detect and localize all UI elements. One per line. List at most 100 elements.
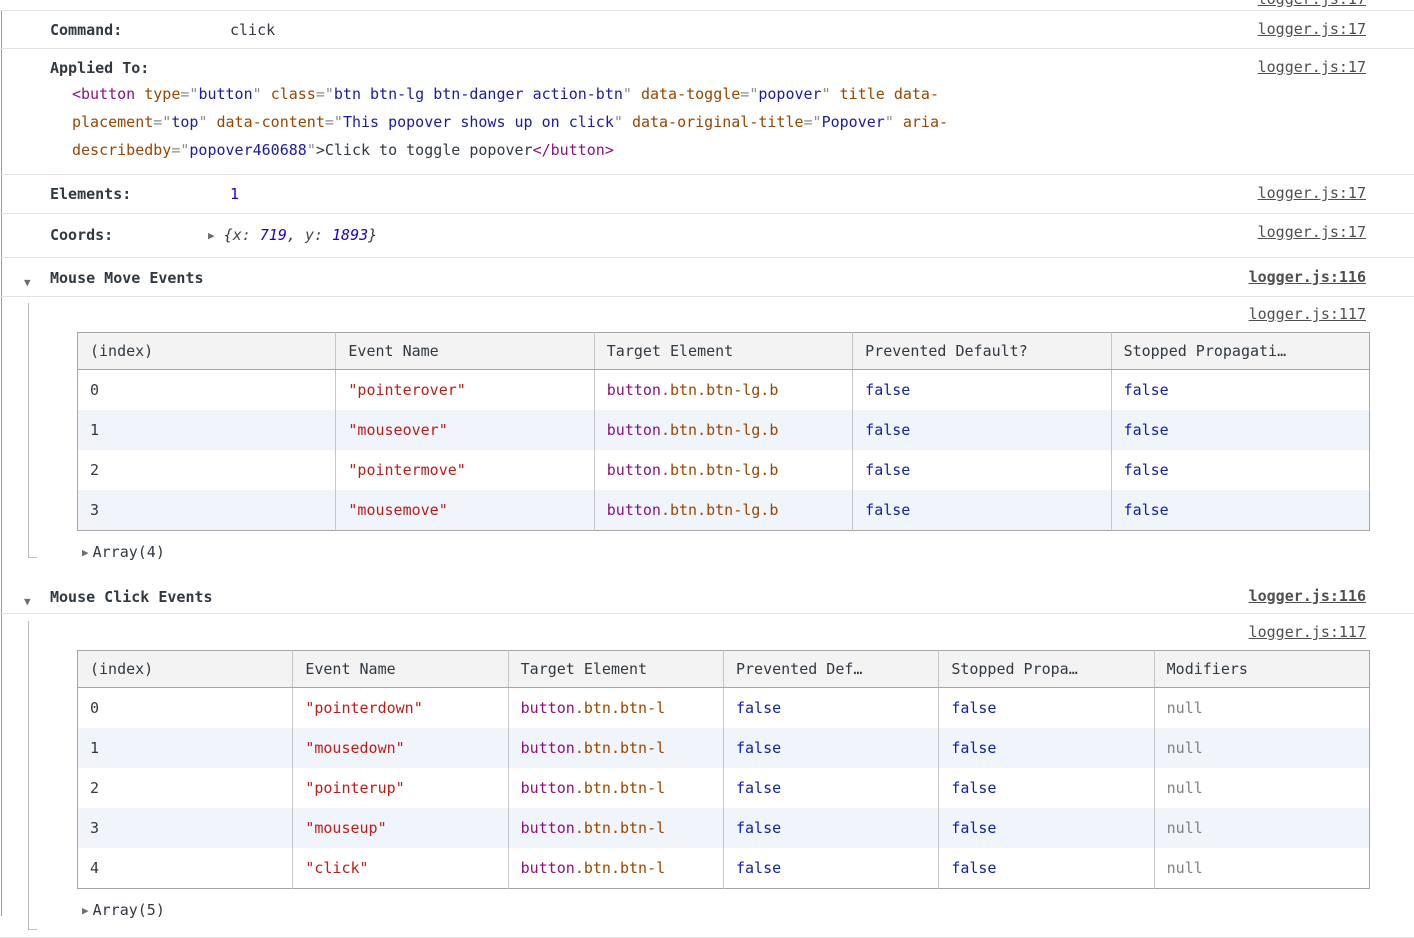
element-classes: .btn.btn-lg.b	[661, 501, 778, 519]
table-cell-index: 0	[78, 370, 336, 411]
expanded-triangle-icon[interactable]: ▼	[24, 271, 31, 295]
element-classes: .btn.btn-lg.b	[661, 381, 778, 399]
applied-to-label: Applied To:	[50, 56, 230, 80]
table-header-stopped[interactable]: Stopped Propa…	[939, 651, 1154, 688]
table-log-row: logger.js:117	[0, 621, 1414, 645]
table-cell-target[interactable]: button.btn.btn-lg.b	[594, 370, 852, 411]
source-link[interactable]: logger.js:116	[1249, 585, 1366, 607]
elements-label: Elements:	[50, 182, 230, 206]
html-element-preview[interactable]: <button type="button" class="btn btn-lg …	[50, 80, 1264, 164]
table-cell-prevented: false	[723, 768, 938, 808]
table-cell-modifiers: null	[1154, 768, 1369, 808]
group-title: Mouse Move Events	[50, 269, 204, 287]
group-guide-line	[28, 621, 29, 930]
source-link[interactable]: logger.js:17	[1258, 18, 1366, 40]
element-tag: button	[607, 421, 661, 439]
table-cell-index: 3	[78, 490, 336, 531]
array-preview[interactable]: ▶Array(5)	[82, 898, 1414, 923]
element-classes: .btn.btn-lg.b	[661, 421, 778, 439]
elements-value: 1	[230, 185, 239, 203]
table-row: 3"mousemove"button.btn.btn-lg.bfalsefals…	[78, 490, 1370, 531]
table-cell-stopped: false	[1111, 370, 1369, 411]
coords-label: Coords:	[50, 223, 208, 247]
table-header-index[interactable]: (index)	[78, 651, 293, 688]
code-line: placement="top" data-content="This popov…	[72, 108, 1264, 136]
table-header-stopped[interactable]: Stopped Propagati…	[1111, 333, 1369, 370]
table-cell-modifiers: null	[1154, 728, 1369, 768]
group-header-mouse-move-events[interactable]: ▼ Mouse Move Events logger.js:116	[0, 258, 1414, 297]
table-cell-target[interactable]: button.btn.btn-lg.b	[594, 450, 852, 490]
table-cell-index: 1	[78, 410, 336, 450]
expanded-triangle-icon[interactable]: ▼	[24, 590, 31, 614]
table-cell-target[interactable]: button.btn.btn-l	[508, 848, 723, 889]
source-link[interactable]: logger.js:17	[1258, 0, 1366, 10]
array-preview[interactable]: ▶Array(4)	[82, 540, 1414, 565]
source-link[interactable]: logger.js:17	[1258, 56, 1366, 78]
group-header-mouse-click-events[interactable]: ▼ Mouse Click Events logger.js:116	[0, 571, 1414, 614]
element-tag: button	[521, 739, 575, 757]
element-tag: button	[607, 381, 661, 399]
command-value: click	[230, 21, 275, 39]
table-cell-event: "mousemove"	[336, 490, 594, 531]
table-header-target[interactable]: Target Element	[594, 333, 852, 370]
table-cell-index: 2	[78, 450, 336, 490]
table-cell-target[interactable]: button.btn.btn-lg.b	[594, 410, 852, 450]
log-row-applied-to: Applied To: logger.js:17 <button type="b…	[0, 49, 1414, 175]
table-cell-target[interactable]: button.btn.btn-l	[508, 688, 723, 729]
coords-y-key: y:	[305, 226, 323, 244]
source-link[interactable]: logger.js:17	[1258, 182, 1366, 204]
code-line: <button type="button" class="btn btn-lg …	[72, 80, 1264, 108]
collapsed-triangle-icon[interactable]: ▶	[82, 541, 89, 565]
collapsed-triangle-icon[interactable]: ▶	[208, 224, 215, 248]
table-cell-event: "pointerup"	[293, 768, 508, 808]
array-label: Array(4)	[93, 543, 165, 561]
table-log-row: logger.js:117	[0, 303, 1414, 327]
table-header-prevented[interactable]: Prevented Default?	[853, 333, 1111, 370]
table-cell-index: 4	[78, 848, 293, 889]
element-classes: .btn.btn-l	[575, 819, 665, 837]
source-link[interactable]: logger.js:17	[1258, 221, 1366, 243]
table-cell-index: 3	[78, 808, 293, 848]
table-cell-stopped: false	[939, 848, 1154, 889]
table-cell-target[interactable]: button.btn.btn-lg.b	[594, 490, 852, 531]
table-header-event[interactable]: Event Name	[336, 333, 594, 370]
table-header-modifiers[interactable]: Modifiers	[1154, 651, 1369, 688]
table-cell-stopped: false	[939, 808, 1154, 848]
mouse-move-events-table: (index)Event NameTarget ElementPrevented…	[77, 332, 1370, 531]
table-header-row: (index)Event NameTarget ElementPrevented…	[78, 651, 1370, 688]
source-link[interactable]: logger.js:117	[1249, 621, 1366, 643]
group-content-mouse-click: logger.js:117 (index)Event NameTarget El…	[0, 621, 1414, 937]
element-classes: .btn.btn-l	[575, 739, 665, 757]
table-cell-prevented: false	[723, 808, 938, 848]
table-cell-stopped: false	[939, 688, 1154, 729]
table-cell-prevented: false	[853, 370, 1111, 411]
table-cell-modifiers: null	[1154, 848, 1369, 889]
source-link[interactable]: logger.js:117	[1249, 303, 1366, 325]
table-cell-stopped: false	[1111, 490, 1369, 531]
table-cell-target[interactable]: button.btn.btn-l	[508, 728, 723, 768]
group-title: Mouse Click Events	[50, 588, 213, 606]
table-cell-target[interactable]: button.btn.btn-l	[508, 808, 723, 848]
table-cell-event: "pointerdown"	[293, 688, 508, 729]
table-row: 2"pointerup"button.btn.btn-lfalsefalsenu…	[78, 768, 1370, 808]
table-header-target[interactable]: Target Element	[508, 651, 723, 688]
collapsed-triangle-icon[interactable]: ▶	[82, 899, 89, 923]
coords-y-value: 1893	[332, 226, 368, 244]
table-header-prevented[interactable]: Prevented Def…	[723, 651, 938, 688]
element-classes: .btn.btn-lg.b	[661, 461, 778, 479]
table-row: 2"pointermove"button.btn.btn-lg.bfalsefa…	[78, 450, 1370, 490]
table-header-event[interactable]: Event Name	[293, 651, 508, 688]
table-cell-stopped: false	[1111, 450, 1369, 490]
coords-object-preview[interactable]: {x: 719, y: 1893}	[224, 226, 378, 244]
table-header-index[interactable]: (index)	[78, 333, 336, 370]
coords-x-value: 719	[260, 226, 287, 244]
table-cell-event: "mouseover"	[336, 410, 594, 450]
table-cell-target[interactable]: button.btn.btn-l	[508, 768, 723, 808]
table-cell-prevented: false	[723, 728, 938, 768]
element-classes: .btn.btn-l	[575, 699, 665, 717]
table-cell-index: 2	[78, 768, 293, 808]
table-header-row: (index)Event NameTarget ElementPrevented…	[78, 333, 1370, 370]
table-row: 1"mousedown"button.btn.btn-lfalsefalsenu…	[78, 728, 1370, 768]
group-content-mouse-move: logger.js:117 (index)Event NameTarget El…	[0, 303, 1414, 565]
source-link[interactable]: logger.js:116	[1249, 266, 1366, 288]
